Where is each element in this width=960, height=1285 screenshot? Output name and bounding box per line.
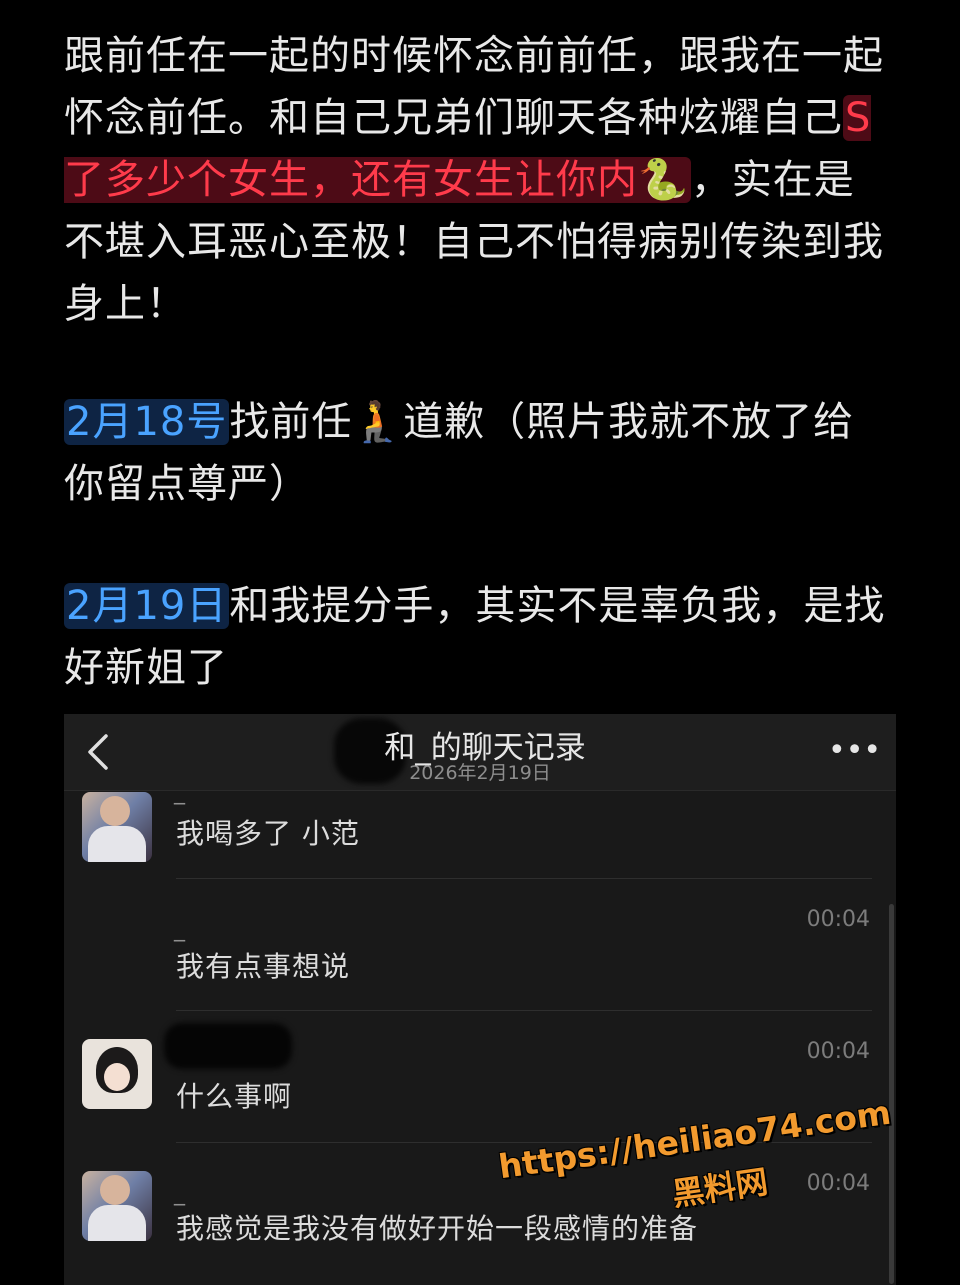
avatar bbox=[82, 1039, 152, 1109]
message-text: 什么事啊 bbox=[176, 1080, 293, 1113]
list-item: _ 我喝多了 小范 bbox=[64, 780, 896, 878]
post-paragraph-1: 跟前任在一起的时候怀念前前任，跟我在一起怀念前任。和自己兄弟们聊天各种炫耀自己S… bbox=[64, 25, 894, 335]
post-paragraph-2: 2月18号找前任🧎道歉（照片我就不放了给你留点尊严） bbox=[64, 391, 894, 515]
chat-header: 和_的聊天记录 2026年2月19日 ••• bbox=[64, 714, 896, 791]
post-paragraph-3: 2月19日和我提分手，其实不是辜负我，是找好新姐了 bbox=[64, 575, 894, 699]
message-text: 我有点事想说 bbox=[176, 950, 351, 983]
avatar bbox=[82, 792, 152, 862]
message-time: 00:04 bbox=[806, 907, 870, 932]
sender-name: _ bbox=[174, 917, 185, 942]
message-text: 我感觉是我没有做好开始一段感情的准备 bbox=[176, 1212, 699, 1245]
avatar bbox=[82, 1171, 152, 1241]
post-text: 跟前任在一起的时候怀念前前任，跟我在一起怀念前任。和自己兄弟们聊天各种炫耀自己 bbox=[64, 33, 884, 141]
date-highlight: 2月19日 bbox=[64, 583, 230, 629]
chat-date: 2026年2月19日 bbox=[409, 762, 551, 784]
list-item: _ 00:04 我有点事想说 bbox=[64, 879, 896, 1009]
message-time: 00:04 bbox=[806, 1039, 870, 1064]
date-highlight: 2月18号 bbox=[64, 399, 230, 445]
sender-name: _ bbox=[174, 1181, 185, 1206]
chat-record: 和_的聊天记录 2026年2月19日 ••• _ 我喝多了 小范 _ 00:04… bbox=[64, 714, 896, 1285]
message-text: 我喝多了 小范 bbox=[176, 817, 360, 850]
sender-name: _ bbox=[174, 780, 185, 805]
more-dots-icon[interactable]: ••• bbox=[828, 734, 881, 768]
redacted-name bbox=[164, 1023, 292, 1069]
